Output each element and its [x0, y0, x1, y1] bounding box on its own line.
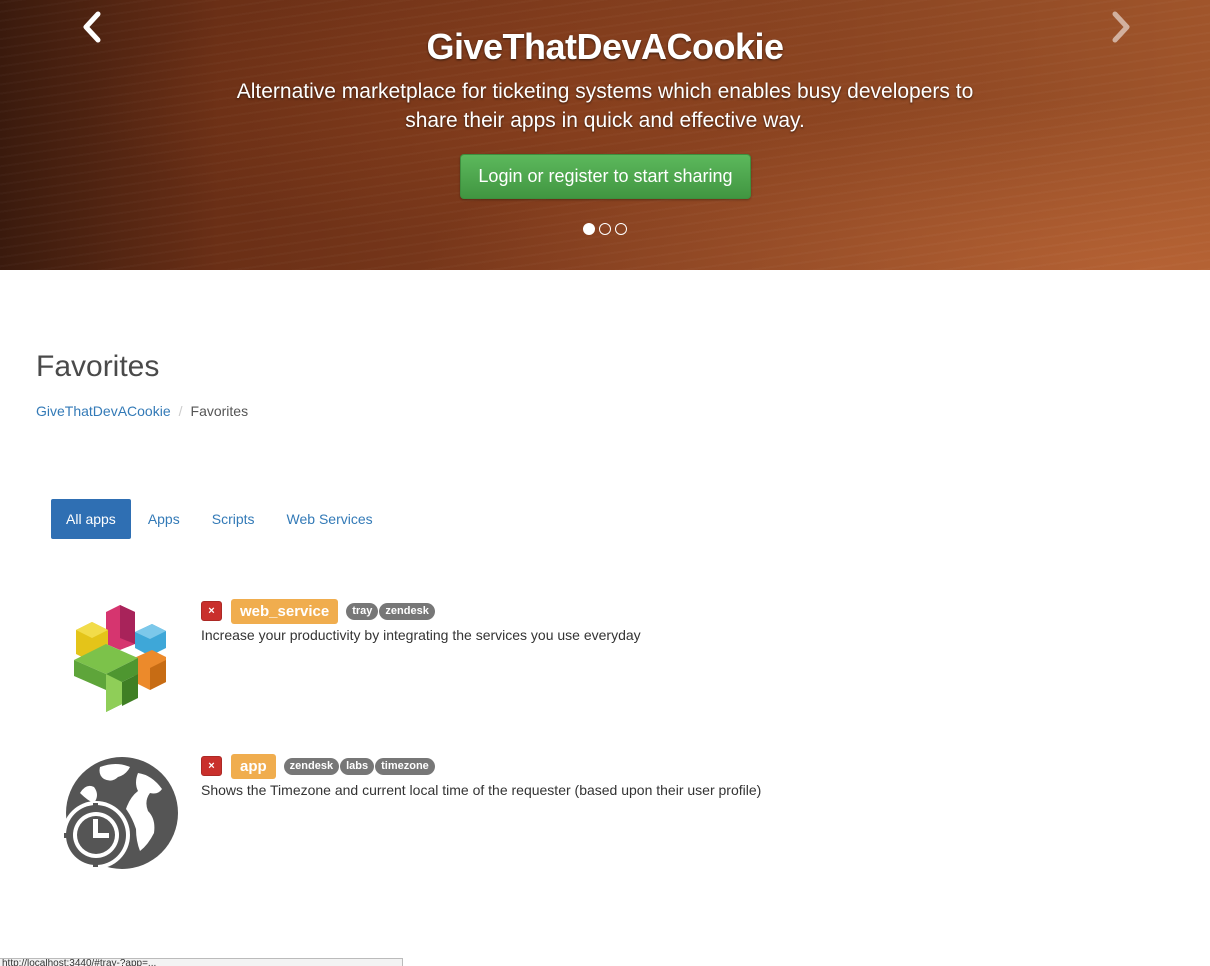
app-tag[interactable]: zendesk	[379, 602, 435, 620]
carousel-indicators	[583, 223, 627, 235]
hero-subtitle: Alternative marketplace for ticketing sy…	[236, 80, 974, 132]
breadcrumb-separator: /	[178, 403, 183, 419]
app-badges: × app zendesk labs timezone	[201, 753, 761, 779]
app-filter-tabs: All apps Apps Scripts Web Services	[51, 499, 390, 539]
remove-favorite-button[interactable]: ×	[201, 601, 222, 621]
app-tag[interactable]: labs	[340, 757, 375, 775]
hero-carousel: GiveThatDevACookie Alternative marketpla…	[0, 0, 1210, 270]
browser-status-bar: http://localhost:3440/#tray-?app=...	[0, 958, 403, 966]
app-description: Increase your productivity by integratin…	[201, 627, 641, 643]
app-type-label: app	[231, 753, 276, 779]
tray-logo-icon[interactable]	[60, 598, 184, 722]
app-meta: × app zendesk labs timezone Shows the Ti…	[201, 753, 761, 798]
app-type-label: web_service	[231, 598, 339, 624]
app-tag[interactable]: tray	[346, 602, 379, 620]
favorite-app-item: × app zendesk labs timezone Shows the Ti…	[60, 753, 1160, 883]
hero-title: GiveThatDevACookie	[426, 26, 784, 67]
tab-scripts[interactable]: Scripts	[197, 499, 270, 539]
app-tag[interactable]: timezone	[375, 757, 435, 775]
breadcrumb-current: Favorites	[190, 403, 249, 419]
tab-all-apps[interactable]: All apps	[51, 499, 131, 539]
app-description: Shows the Timezone and current local tim…	[201, 782, 762, 798]
globe-clock-icon[interactable]	[60, 753, 184, 877]
favorite-app-item: × web_service tray zendesk Increase your…	[60, 598, 1160, 728]
breadcrumb-home-link[interactable]: GiveThatDevACookie	[36, 403, 171, 419]
app-badges: × web_service tray zendesk	[201, 598, 641, 624]
page-title: Favorites	[36, 350, 160, 383]
breadcrumb: GiveThatDevACookie / Favorites	[36, 403, 248, 419]
carousel-indicator-1[interactable]	[583, 223, 595, 235]
app-tag[interactable]: zendesk	[283, 757, 340, 775]
login-register-button[interactable]: Login or register to start sharing	[460, 154, 751, 199]
tab-web-services[interactable]: Web Services	[272, 499, 388, 539]
remove-favorite-button[interactable]: ×	[201, 756, 222, 776]
tab-apps[interactable]: Apps	[133, 499, 195, 539]
carousel-indicator-3[interactable]	[615, 223, 627, 235]
carousel-indicator-2[interactable]	[599, 223, 611, 235]
app-meta: × web_service tray zendesk Increase your…	[201, 598, 641, 643]
